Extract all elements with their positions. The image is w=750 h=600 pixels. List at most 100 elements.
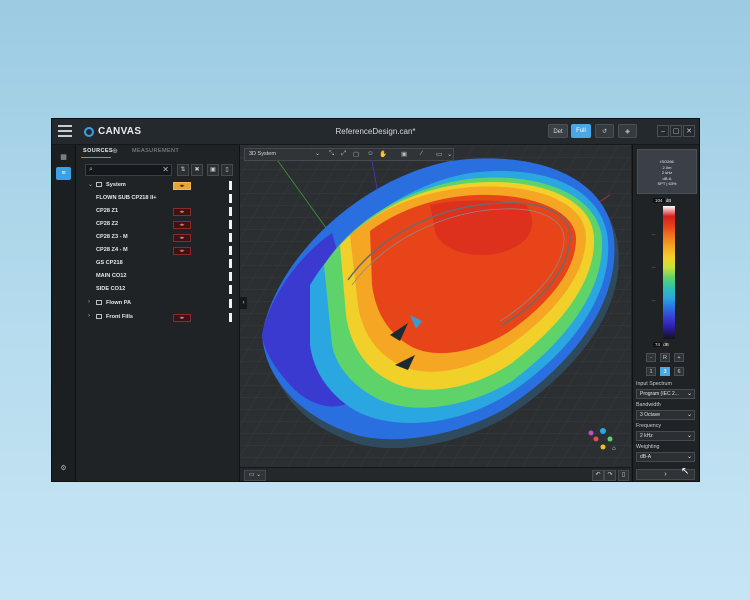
tree-row[interactable]: CP28 Z2 ◂▸	[76, 220, 239, 231]
level-indicator	[229, 194, 232, 203]
scale-tick: —	[652, 265, 656, 269]
view-mode-select[interactable]: 3D System	[249, 151, 276, 157]
chevron-down-icon[interactable]: ⌄	[447, 150, 452, 158]
mute-solo-toggle[interactable]: ◂▸	[173, 208, 191, 216]
mute-solo-toggle[interactable]: ◂▸	[173, 314, 191, 322]
input-spectrum-value: Program (IEC 2...	[640, 391, 679, 397]
history-icon[interactable]: ↺	[595, 124, 614, 138]
level-indicator	[229, 246, 232, 255]
frequency-label: Frequency	[636, 423, 662, 429]
tree-row-system[interactable]: ⌄ System ◂▸	[76, 181, 239, 192]
scale-max-label: 104 dB	[653, 198, 683, 203]
input-spectrum-select[interactable]: Program (IEC 2... ⌄	[636, 389, 695, 399]
tree-label: Flown PA	[106, 300, 132, 306]
tab-measurement[interactable]: MEASUREMENT	[132, 148, 179, 154]
resolution-option-1[interactable]: 1	[646, 367, 656, 376]
fit-view-icon[interactable]: ⤡	[329, 150, 334, 158]
mute-solo-toggle[interactable]: ◂▸	[173, 221, 191, 229]
level-indicator	[229, 285, 232, 294]
layout-select-icon[interactable]: ▭ ⌄	[244, 470, 266, 481]
scale-increase-button[interactable]: +	[674, 353, 684, 362]
bandwidth-value: 3 Octave	[640, 412, 661, 418]
group-icon[interactable]: ▣	[207, 164, 219, 176]
hand-icon[interactable]: ✋	[379, 150, 387, 158]
undo-icon[interactable]: ↶	[592, 470, 604, 481]
tree-row-flown-pa[interactable]: › Flown PA	[76, 299, 239, 310]
group-folder-icon	[96, 182, 102, 187]
input-spectrum-label: Input Spectrum	[636, 381, 672, 387]
minimize-icon[interactable]: –	[657, 125, 669, 137]
clear-search-icon[interactable]: ✕	[162, 165, 169, 174]
chevron-down-icon[interactable]: ⌄	[88, 181, 93, 188]
mute-solo-toggle[interactable]: ◂▸	[173, 234, 191, 242]
tree-label: CP28 Z1	[96, 208, 119, 214]
resolution-option-6[interactable]: 6	[674, 367, 684, 376]
bandwidth-select[interactable]: 3 Octave ⌄	[636, 410, 695, 420]
camera-icon[interactable]: ▭	[436, 150, 442, 158]
tab-sources[interactable]: SOURCES	[83, 148, 113, 154]
tree-label: CP28 Z3 - M	[96, 234, 128, 240]
mute-solo-toggle[interactable]: ◂▸	[173, 247, 191, 255]
scale-reset-button[interactable]: R	[660, 353, 670, 362]
ruler-icon[interactable]: ∕	[421, 150, 422, 157]
redo-icon[interactable]: ↷	[604, 470, 616, 481]
chevron-down-icon: ⌄	[686, 433, 692, 439]
close-icon[interactable]: ✕	[683, 125, 695, 137]
mute-solo-toggle[interactable]: ◂▸	[173, 182, 191, 190]
full-mode-button[interactable]: Full	[571, 124, 591, 138]
tree-row[interactable]: CP28 Z1 ◂▸	[76, 207, 239, 218]
frequency-select[interactable]: 2 kHz ⌄	[636, 431, 695, 441]
spl-map-rendering[interactable]: ⌂	[240, 145, 631, 467]
globe-icon[interactable]: ⊕	[112, 147, 118, 155]
collapse-icon[interactable]: ✖	[191, 164, 203, 176]
map-legend: ISO266 2.0m 2 kHz dB-A SPT | 63%	[637, 149, 697, 194]
chevron-down-icon[interactable]: ⌄	[315, 150, 320, 157]
maximize-icon[interactable]: ▢	[670, 125, 682, 137]
tree-label: SIDE CO12	[96, 286, 126, 292]
search-input[interactable]: ⌕ ✕	[85, 164, 172, 176]
trash-icon[interactable]: ▯	[618, 470, 629, 481]
results-panel: ISO266 2.0m 2 kHz dB-A SPT | 63% 104 dB …	[632, 145, 699, 481]
group-folder-icon	[96, 300, 102, 305]
resolution-option-3[interactable]: 3	[660, 367, 670, 376]
weighting-value: dB-A	[640, 454, 652, 460]
tree-row-front-fills[interactable]: › Front Fills ◂▸	[76, 313, 239, 324]
detail-mode-button[interactable]: Det	[548, 124, 568, 138]
left-icon-rail: ▦ ≡ ⚙	[52, 145, 76, 481]
level-indicator	[229, 259, 232, 268]
collapse-panel-button[interactable]: ›	[240, 297, 247, 309]
scale-decrease-button[interactable]: -	[646, 353, 656, 362]
sources-icon[interactable]: ≡	[56, 167, 71, 180]
legend-line: SPT | 63%	[657, 181, 677, 186]
tree-row[interactable]: CP28 Z4 - M ◂▸	[76, 246, 239, 257]
level-indicator	[229, 233, 232, 242]
capture-icon[interactable]: ▣	[401, 150, 407, 158]
venue-icon[interactable]: ▦	[56, 151, 71, 164]
expand-icon[interactable]: ⤢	[341, 150, 346, 158]
search-icon: ⌕	[89, 166, 93, 173]
sort-icon[interactable]: ⇅	[177, 164, 189, 176]
tree-row[interactable]: SIDE CO12	[76, 285, 239, 296]
measure-icon[interactable]: ▢	[353, 150, 359, 158]
listener-icon[interactable]: ☺	[367, 150, 374, 157]
color-scale-bar[interactable]	[663, 206, 675, 339]
chevron-down-icon: ⌄	[686, 391, 692, 397]
network-icon[interactable]: ◈	[618, 124, 637, 138]
3d-viewport[interactable]: ⌂ 3D System ⌄ ⤡ ⤢ ▢ ☺ ✋ ▣ ∕ ▭ ⌄	[240, 145, 631, 467]
panel-tabs: SOURCES ⊕ MEASUREMENT	[76, 145, 239, 159]
tree-label: FLOWN SUB CP218 II+	[96, 195, 157, 201]
tree-label: CP28 Z4 - M	[96, 247, 128, 253]
chevron-down-icon: ⌄	[686, 454, 692, 460]
tree-row[interactable]: FLOWN SUB CP218 II+	[76, 194, 239, 205]
tree-row[interactable]: GS CP218	[76, 259, 239, 270]
delete-icon[interactable]: ▯	[221, 164, 233, 176]
weighting-select[interactable]: dB-A ⌄	[636, 452, 695, 462]
chevron-right-icon[interactable]: ›	[88, 313, 90, 319]
chevron-right-icon[interactable]: ›	[88, 299, 90, 305]
tree-row[interactable]: CP28 Z3 - M ◂▸	[76, 233, 239, 244]
tree-label: System	[106, 182, 126, 188]
tree-row[interactable]: MAIN CO12	[76, 272, 239, 283]
level-indicator	[229, 181, 232, 190]
scale-tick: —	[652, 232, 656, 236]
settings-icon[interactable]: ⚙	[56, 462, 71, 475]
